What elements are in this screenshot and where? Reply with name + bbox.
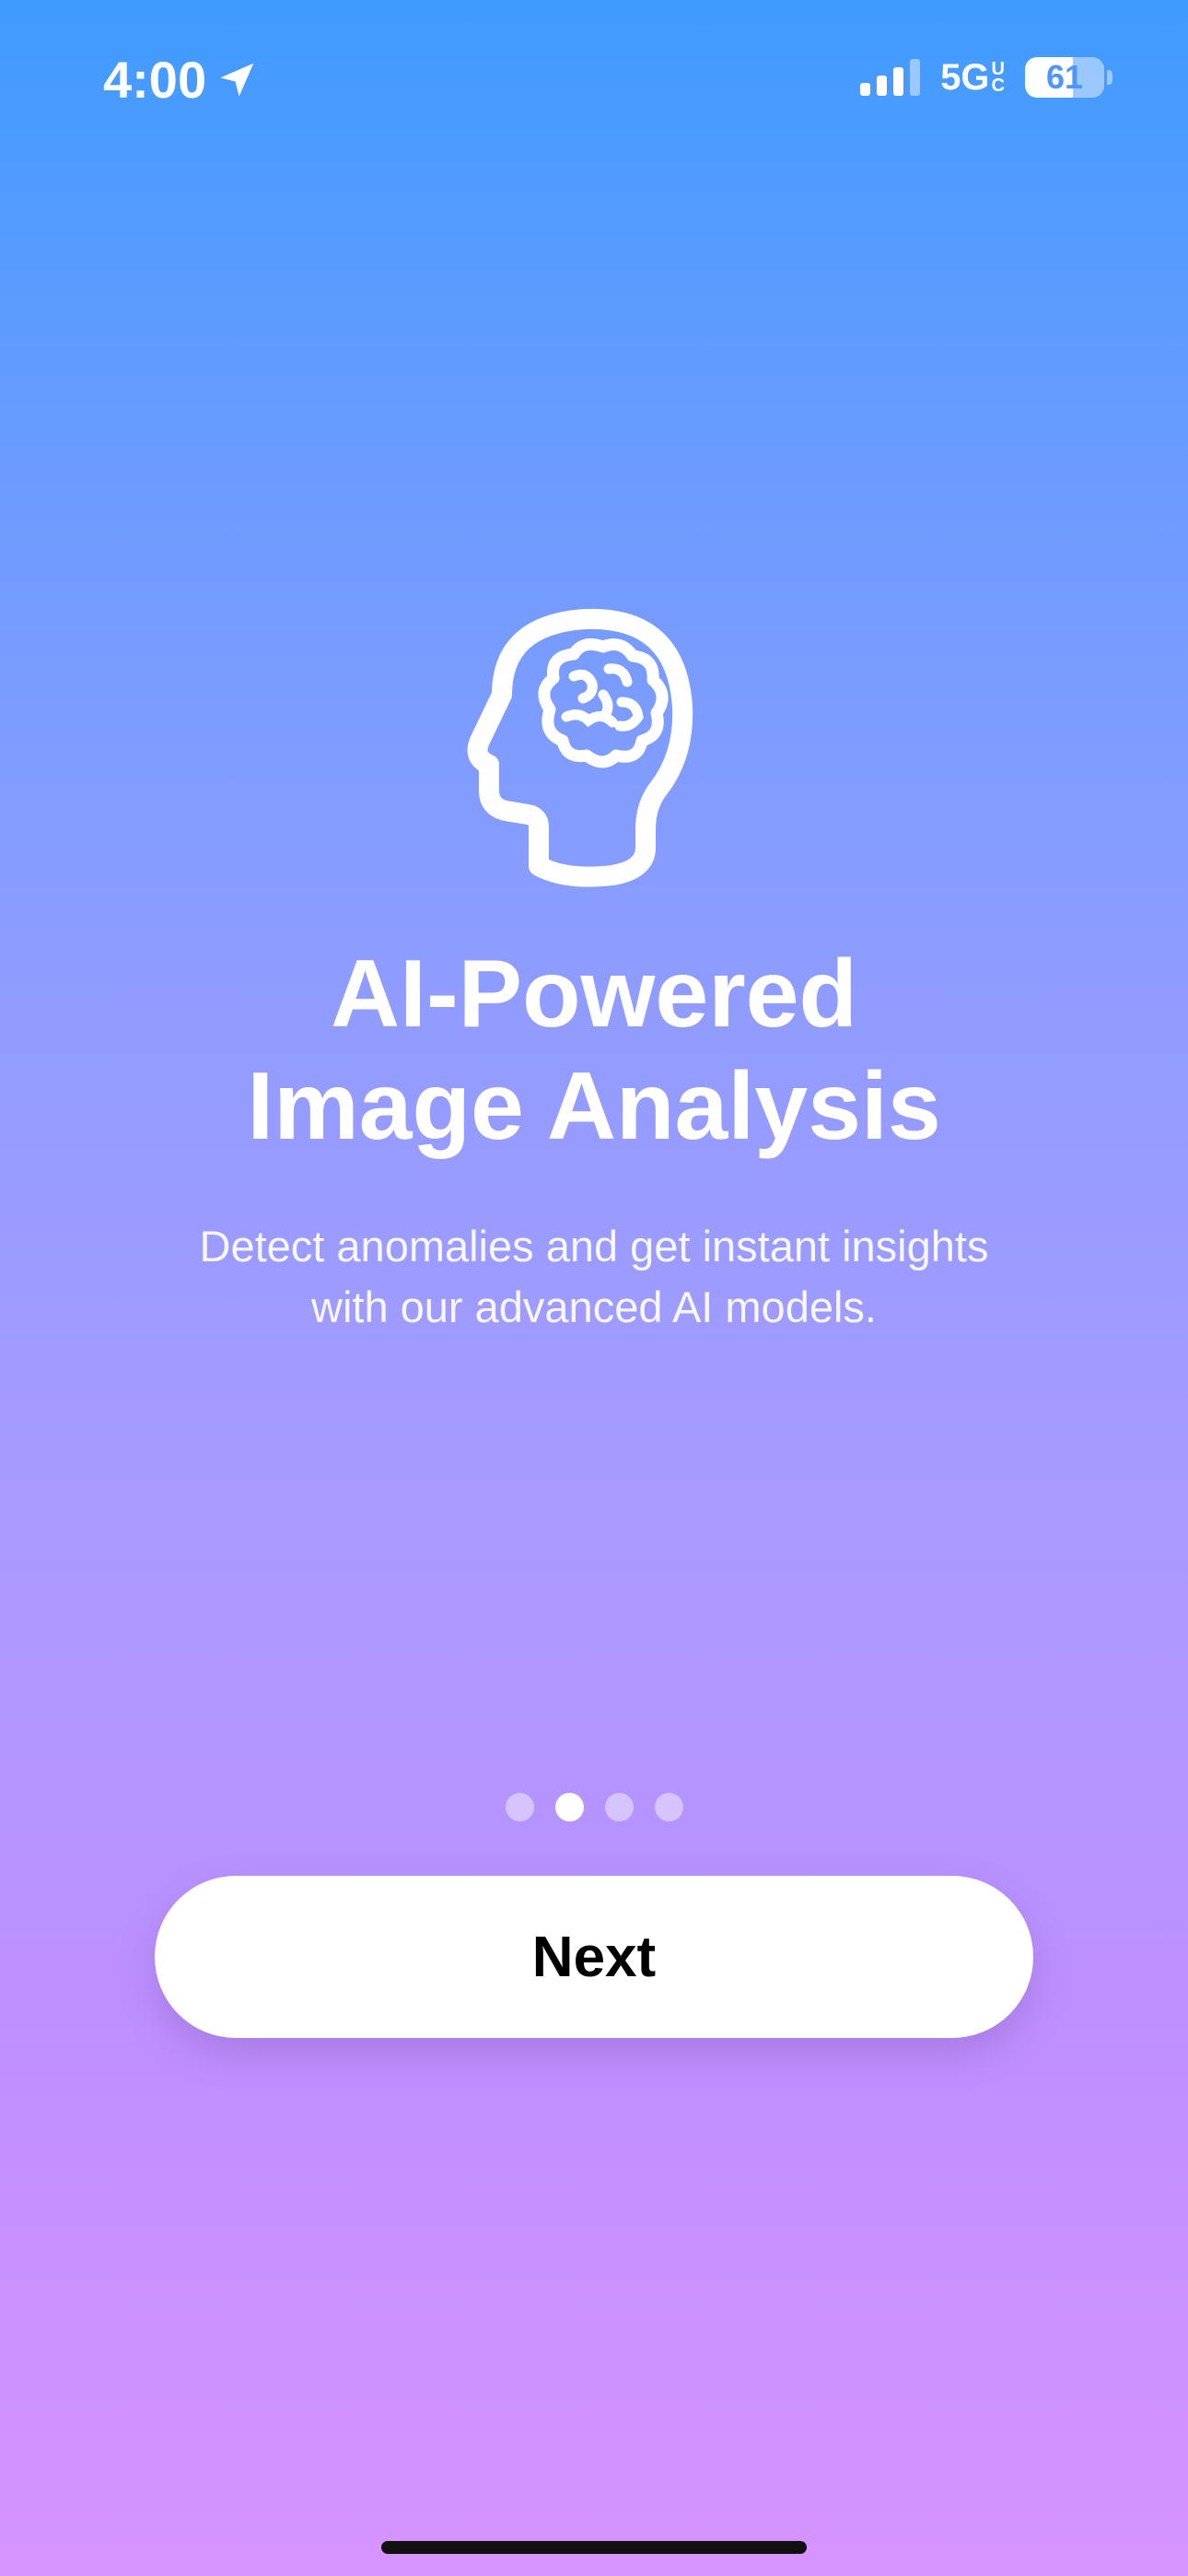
next-button-label: Next [531, 1925, 657, 1989]
battery-icon: 61 [1025, 57, 1112, 98]
network-type: 5G U C [940, 57, 1005, 98]
page-dot[interactable] [505, 1793, 534, 1821]
subtitle-line-1: Detect anomalies and get instant insight… [199, 1222, 989, 1270]
network-sub-label: C [991, 76, 1005, 96]
page-dot[interactable] [604, 1793, 634, 1821]
title-line-2: Image Analysis [247, 1053, 941, 1160]
cellular-signal-icon [860, 59, 921, 96]
status-time: 4:00 [103, 51, 207, 109]
subtitle-line-2: with our advanced AI models. [311, 1282, 877, 1331]
title-line-1: AI-Powered [330, 941, 858, 1048]
onboarding-title: AI-Powered Image Analysis [0, 938, 1188, 1163]
next-button[interactable]: Next [155, 1876, 1033, 2038]
brain-head-icon [465, 599, 723, 894]
page-indicator[interactable] [0, 1793, 1188, 1821]
page-dot-active[interactable] [554, 1793, 584, 1821]
battery-level: 61 [1045, 58, 1084, 96]
status-bar: 4:00 5G U C 61 [0, 0, 1188, 157]
network-type-label: 5G [940, 57, 990, 98]
home-indicator[interactable] [381, 2541, 807, 2554]
onboarding-subtitle: Detect anomalies and get instant insight… [120, 1216, 1068, 1338]
location-arrow-icon [215, 59, 258, 101]
page-dot[interactable] [654, 1793, 683, 1821]
status-time-group: 4:00 [103, 48, 258, 112]
status-indicators: 5G U C 61 [860, 57, 1112, 98]
onboarding-screen: 4:00 5G U C 61 AI-Powered Image Analysis… [0, 0, 1188, 2576]
